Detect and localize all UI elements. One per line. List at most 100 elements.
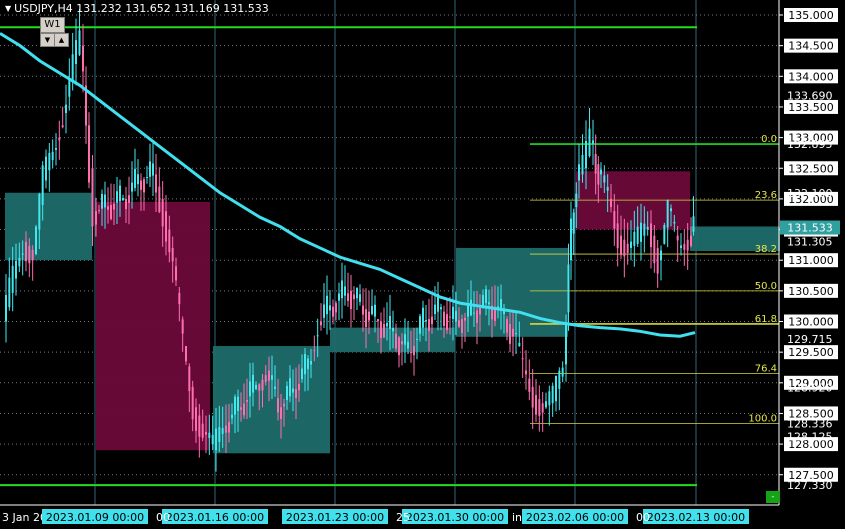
candle-body [171,247,174,262]
arrow-down-icon[interactable]: ▼ [40,33,55,47]
candle-body [594,153,597,174]
candle-body [185,346,187,362]
price-tick-label: 134.500 [788,40,834,53]
candle-body [234,396,236,415]
candle-body [15,260,17,279]
candle-body [274,386,276,389]
candle-body [515,333,517,335]
candle-body [371,306,373,315]
w1-label: W1 [40,17,65,33]
candle-body [673,221,676,224]
candle-body [134,168,136,188]
candle-body [518,342,521,347]
candle-body [419,316,421,334]
candle-body [116,191,118,203]
price-chart[interactable]: 0.0 23.6 38.2 50.0 61.8 76.4 100.0 135.000 134.5… [0,0,845,529]
candle-body [531,386,534,408]
price-axis-label: 132.100 [787,187,833,200]
time-axis-label: 2023.02.06 00:00 [526,511,624,524]
candle-body [600,169,602,175]
candle-body [71,54,74,81]
candle-body [35,226,37,255]
candle-body [413,346,415,356]
candle-body [104,194,106,208]
candle-body [443,311,445,326]
candle-body [208,432,211,438]
candle-body [101,193,103,209]
candle-body [613,211,616,229]
timeframe-w1-control[interactable]: W1 ▼ ▲ [38,17,69,47]
candle-body [122,198,124,201]
price-axis-label: 133.690 [787,89,833,102]
time-axis-label: 2023.01.09 00:00 [46,511,144,524]
fib-level-label: 50.0 [755,281,777,292]
price-tick-label: 131.000 [788,254,834,267]
candle-body [561,367,564,377]
candle-body [110,205,112,220]
candle-body [289,378,291,397]
candle-body [380,321,382,339]
price-tick-label: 132.500 [788,162,834,175]
candle-body [488,302,490,305]
candle-body [271,375,273,380]
candle-body [663,224,666,244]
chart-window: 0.0 23.6 38.2 50.0 61.8 76.4 100.0 135.000 134.5… [0,0,845,529]
candle-body [581,154,584,175]
symbol-info-text: USDJPY,H4 131.232 131.652 131.169 131.53… [14,2,269,15]
candle-body [252,374,254,393]
candle-body [146,177,148,179]
candle-body [389,315,391,329]
candle-body [500,299,502,310]
candle-body [128,195,130,203]
candle-body [521,358,524,360]
candle-body [555,375,557,402]
candle-body [610,198,612,208]
candle-body [82,45,84,72]
fib-level-label: 100.0 [748,414,777,425]
candle-body [626,243,629,253]
candle-body [292,388,294,393]
price-tick-label: 133.500 [788,101,834,114]
candle-body [298,384,300,391]
candle-body [168,229,171,253]
candle-body [88,125,90,183]
candle-body [572,212,575,234]
candle-body [434,304,436,315]
candle-body [221,428,224,434]
candle-body [283,403,285,407]
candle-body [249,381,251,397]
candle-body [368,311,370,321]
candle-body [246,399,248,402]
candle-body [152,163,154,176]
time-axis-fragment: 00 [156,511,170,524]
candle-body [683,243,686,250]
candle-body [603,175,606,183]
price-tick-label: 134.000 [788,70,834,83]
candle-body [558,370,561,389]
price-axis-label: 128.125 [787,430,833,443]
candle-body [575,193,578,208]
arrow-up-icon[interactable]: ▲ [54,33,69,47]
price-axis-label: 131.305 [787,236,833,249]
candle-body [606,186,609,191]
candle-body [277,398,279,413]
candle-body [301,368,303,380]
candle-body [335,303,337,313]
candle-body [75,40,77,65]
candle-body [158,186,161,212]
candle-body [307,358,309,370]
time-axis-fragment: 00 [636,511,650,524]
price-axis-label: 128.920 [787,382,833,395]
time-axis-fragment: 25 [396,511,410,524]
candle-body [461,319,463,334]
corner-button[interactable]: - [766,491,780,503]
time-axis-label: 2023.01.30 00:00 [406,511,504,524]
candle-body [653,235,656,264]
candle-body [592,140,594,144]
candle-body [548,391,551,406]
candle-body [48,152,51,171]
candle-body [551,385,554,404]
collapse-arrow-icon[interactable]: ▼ [5,2,11,16]
candle-body [565,323,567,365]
candle-body [61,125,64,128]
